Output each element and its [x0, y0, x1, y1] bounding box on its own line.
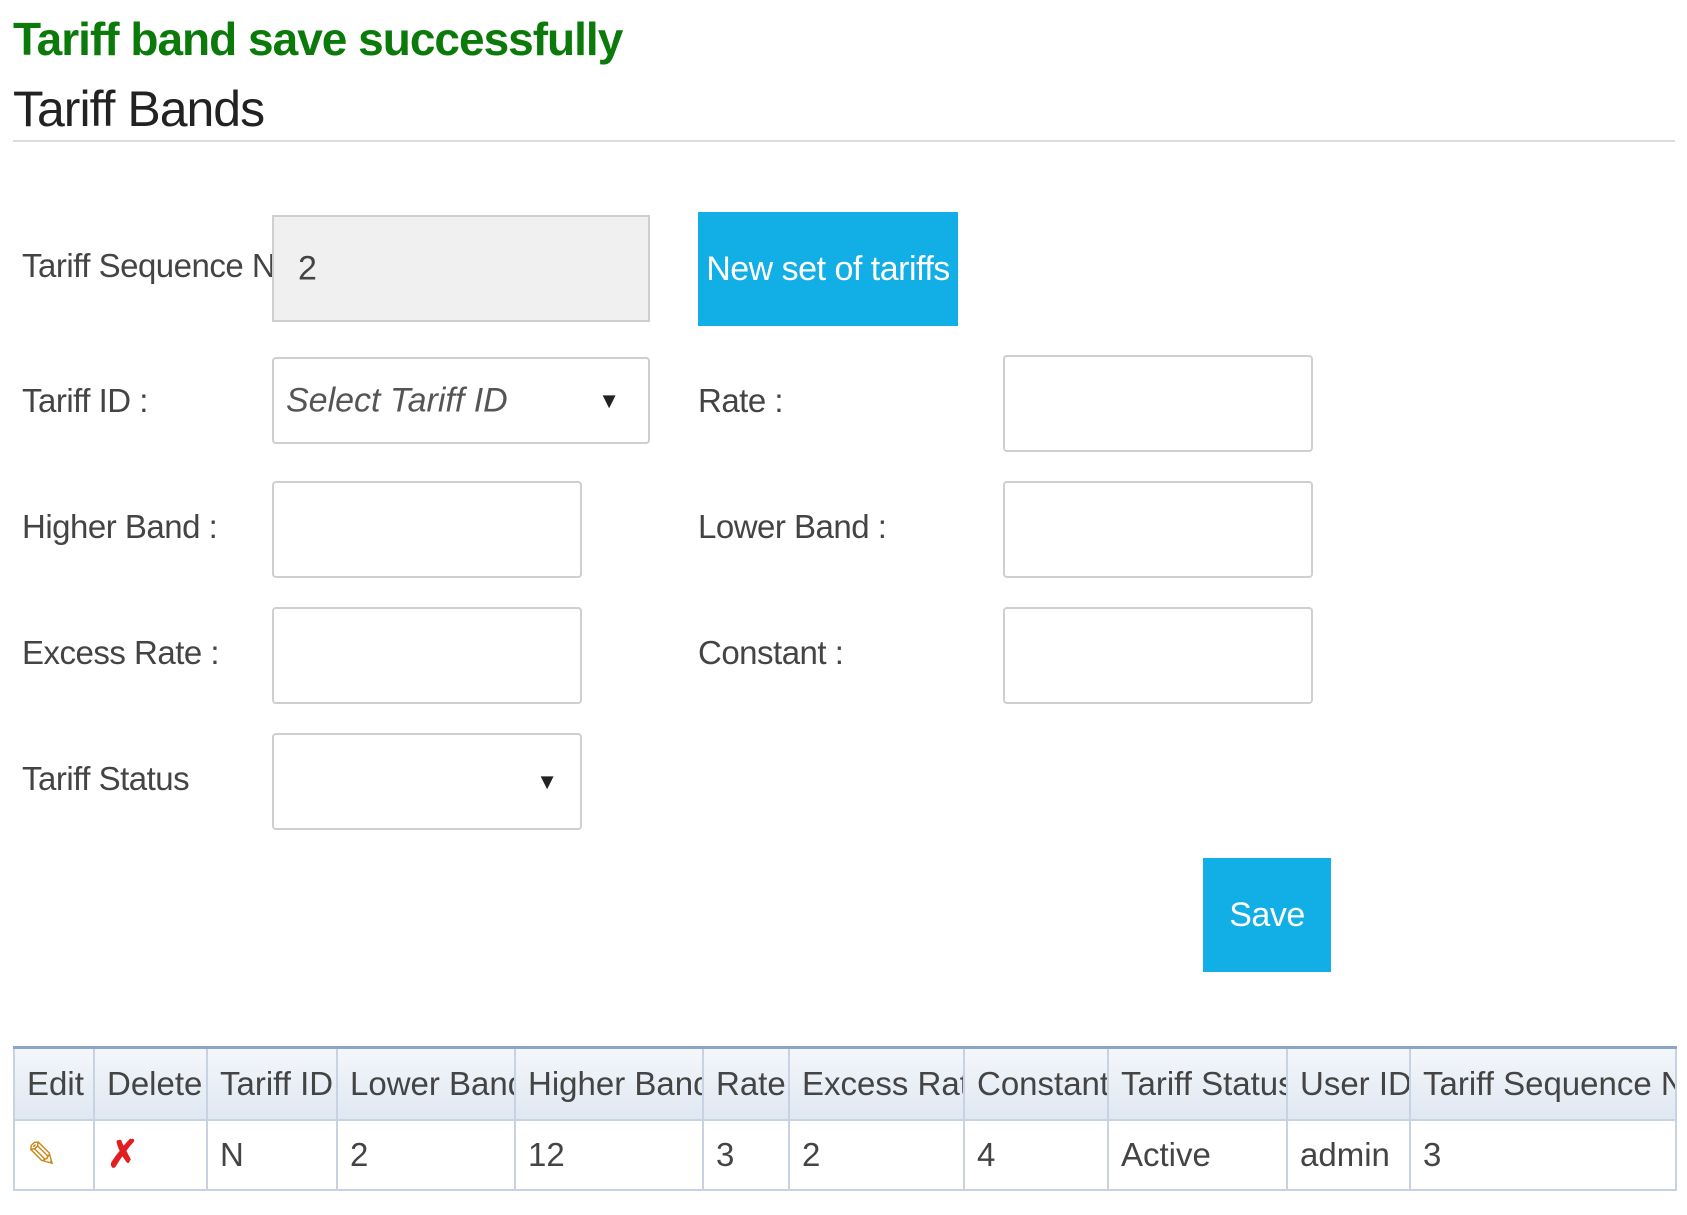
column-header-rate[interactable]: Rate — [702, 1046, 790, 1121]
column-header-edit: Edit — [13, 1046, 95, 1121]
column-header-excess-rate[interactable]: Excess Rate — [788, 1046, 965, 1121]
column-header-tariff-id[interactable]: Tariff ID — [206, 1046, 338, 1121]
tariff-sequence-no-field: 2 — [272, 215, 650, 322]
tariff-status-select[interactable]: ▼ — [272, 733, 582, 830]
table-row: ✎ ✗ N 2 12 3 2 4 Active admin 3 — [13, 1118, 1677, 1191]
tariff-id-select[interactable]: Select Tariff ID ▼ — [272, 357, 650, 444]
rate-input[interactable] — [1003, 355, 1313, 452]
constant-label: Constant : — [698, 634, 844, 671]
new-set-of-tariffs-button[interactable]: New set of tariffs — [698, 212, 958, 326]
tariff-bands-table: Edit Delete Tariff ID Lower Band Higher … — [13, 1046, 1677, 1191]
cell-lower-band: 2 — [336, 1118, 516, 1191]
cell-tariff-status: Active — [1107, 1118, 1288, 1191]
cell-constant: 4 — [963, 1118, 1109, 1191]
pencil-icon[interactable]: ✎ — [27, 1134, 57, 1175]
column-header-tariff-status[interactable]: Tariff Status — [1107, 1046, 1288, 1121]
lower-band-input[interactable] — [1003, 481, 1313, 578]
table-header-row: Edit Delete Tariff ID Lower Band Higher … — [13, 1046, 1677, 1121]
column-header-higher-band[interactable]: Higher Band — [514, 1046, 704, 1121]
column-header-delete: Delete — [93, 1046, 208, 1121]
constant-input[interactable] — [1003, 607, 1313, 704]
cell-excess-rate: 2 — [788, 1118, 965, 1191]
tariff-sequence-no-label: Tariff Sequence No — [22, 247, 294, 284]
higher-band-label: Higher Band : — [22, 508, 218, 545]
cell-higher-band: 12 — [514, 1118, 704, 1191]
tariff-sequence-no-value: 2 — [298, 249, 317, 287]
title-divider — [13, 140, 1675, 142]
tariff-id-placeholder: Select Tariff ID — [286, 381, 508, 419]
tariff-status-label: Tariff Status — [22, 760, 190, 797]
lower-band-label: Lower Band : — [698, 508, 887, 545]
excess-rate-label: Excess Rate : — [22, 634, 220, 671]
column-header-user-id[interactable]: User ID — [1286, 1046, 1411, 1121]
rate-label: Rate : — [698, 382, 784, 419]
delete-x-icon[interactable]: ✗ — [107, 1134, 139, 1176]
save-button[interactable]: Save — [1203, 858, 1331, 972]
cell-tariff-id: N — [206, 1118, 338, 1191]
higher-band-input[interactable] — [272, 481, 582, 578]
column-header-constant[interactable]: Constant — [963, 1046, 1109, 1121]
column-header-lower-band[interactable]: Lower Band — [336, 1046, 516, 1121]
cell-rate: 3 — [702, 1118, 790, 1191]
chevron-down-icon: ▼ — [598, 387, 620, 413]
cell-user-id: admin — [1286, 1118, 1411, 1191]
excess-rate-input[interactable] — [272, 607, 582, 704]
column-header-tariff-sequence-no[interactable]: Tariff Sequence No — [1409, 1046, 1677, 1121]
page-title: Tariff Bands — [13, 81, 265, 137]
tariff-id-label: Tariff ID : — [22, 382, 148, 419]
cell-tariff-sequence-no: 3 — [1409, 1118, 1677, 1191]
chevron-down-icon: ▼ — [536, 768, 558, 794]
success-message: Tariff band save successfully — [13, 13, 623, 65]
